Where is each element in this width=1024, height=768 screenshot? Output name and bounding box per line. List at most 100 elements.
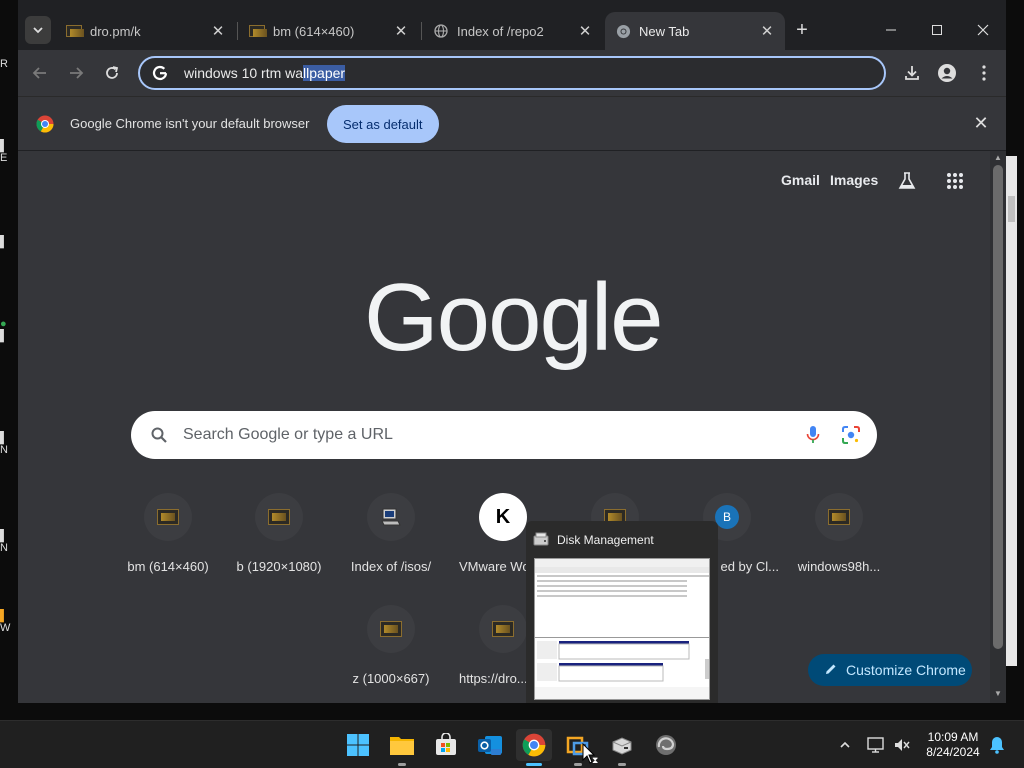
- store-icon: [436, 733, 456, 755]
- scroll-down-icon[interactable]: ▼: [993, 689, 1003, 699]
- maximize-button[interactable]: [914, 12, 960, 48]
- profile-button[interactable]: [936, 62, 958, 84]
- chrome-window: dro.pm/k ✕ bm (614×460) ✕ Index of /repo…: [18, 0, 1006, 703]
- computer-icon: [367, 493, 415, 541]
- toolbar: windows 10 rtm wallpaper: [18, 50, 1006, 96]
- scrollbar-thumb[interactable]: [993, 165, 1003, 649]
- google-search-box[interactable]: Search Google or type a URL: [131, 411, 877, 459]
- labs-flask-icon[interactable]: [896, 170, 918, 192]
- close-tab-icon[interactable]: ✕: [208, 21, 228, 41]
- reload-button[interactable]: [100, 61, 124, 85]
- windows-logo-icon: [347, 734, 369, 756]
- edge-taskbar-button[interactable]: [650, 729, 682, 761]
- globe-icon: [433, 23, 449, 39]
- shortcut-tile[interactable]: windows98h...: [783, 493, 895, 574]
- infobar-message: Google Chrome isn't your default browser: [70, 116, 310, 131]
- start-button[interactable]: [342, 729, 374, 761]
- scroll-up-icon[interactable]: ▲: [993, 153, 1003, 163]
- disk-management-preview[interactable]: [534, 558, 710, 700]
- back-button[interactable]: [28, 61, 52, 85]
- svg-text:⧗: ⧗: [592, 756, 598, 765]
- profile-icon: [938, 64, 956, 82]
- images-link[interactable]: Images: [830, 172, 878, 188]
- pencil-icon: [824, 662, 838, 679]
- close-tab-icon[interactable]: ✕: [757, 21, 777, 41]
- popup-title: Disk Management: [557, 533, 654, 547]
- outlook-button[interactable]: [474, 729, 506, 761]
- google-g-icon: [150, 63, 170, 83]
- page-scrollbar[interactable]: ▲ ▼: [990, 151, 1006, 703]
- k-icon: K: [479, 493, 527, 541]
- windows-taskbar: ⧗ 10:09 AM 8/24/2024: [0, 720, 1024, 768]
- shortcut-tile[interactable]: z (1000×667): [335, 605, 447, 686]
- bm-favicon-icon: [815, 493, 863, 541]
- close-tab-icon[interactable]: ✕: [575, 21, 595, 41]
- window-preview-image: [535, 559, 709, 699]
- tab-new-tab[interactable]: New Tab ✕: [605, 12, 785, 50]
- downloads-button[interactable]: [901, 62, 923, 84]
- disk-management-icon: [533, 531, 549, 547]
- minimize-button[interactable]: [868, 12, 914, 48]
- disk-management-taskbar-button[interactable]: [606, 729, 638, 766]
- system-clock[interactable]: 10:09 AM 8/24/2024: [918, 730, 988, 760]
- forward-button[interactable]: [64, 61, 88, 85]
- tab-index-repo2[interactable]: Index of /repo2 ✕: [423, 12, 603, 50]
- desktop-icon-fragment[interactable]: ▌ E: [0, 140, 18, 164]
- address-bar[interactable]: windows 10 rtm wallpaper: [138, 56, 886, 90]
- tab-dro[interactable]: dro.pm/k ✕: [56, 12, 236, 50]
- background-scrollbar-thumb: [1008, 196, 1015, 222]
- tab-search-button[interactable]: [25, 16, 51, 44]
- chrome-menu-button[interactable]: [973, 62, 995, 84]
- customize-chrome-button[interactable]: Customize Chrome: [808, 654, 972, 686]
- notification-bell-icon[interactable]: [988, 736, 1006, 754]
- close-window-button[interactable]: [960, 12, 1006, 48]
- google-lens-icon[interactable]: [839, 423, 863, 447]
- search-placeholder: Search Google or type a URL: [183, 426, 393, 443]
- close-tab-icon[interactable]: ✕: [391, 21, 411, 41]
- tab-title: Index of /repo2: [457, 23, 544, 39]
- desktop-icon-fragment[interactable]: ▌ N: [0, 530, 18, 554]
- shortcut-tile[interactable]: Index of /isos/: [335, 493, 447, 574]
- search-icon: [149, 425, 169, 445]
- tab-bm[interactable]: bm (614×460) ✕: [239, 12, 419, 50]
- clock-date: 8/24/2024: [926, 745, 980, 759]
- shortcut-tile[interactable]: bm (614×460): [112, 493, 224, 574]
- chevron-up-icon[interactable]: [836, 736, 854, 754]
- bm-favicon-icon: [66, 23, 84, 39]
- voice-search-icon[interactable]: [801, 423, 825, 447]
- new-tab-page: Gmail Images Google Search Google or typ…: [18, 151, 1006, 703]
- google-logo: Google: [364, 264, 664, 371]
- bm-favicon-icon: [144, 493, 192, 541]
- network-icon[interactable]: [867, 736, 885, 754]
- desktop-icon-fragment[interactable]: ▌: [0, 236, 18, 248]
- tab-strip: dro.pm/k ✕ bm (614×460) ✕ Index of /repo…: [18, 0, 1006, 50]
- set-as-default-button[interactable]: Set as default: [327, 105, 439, 143]
- address-text[interactable]: windows 10 rtm wallpaper: [184, 65, 346, 81]
- taskbar-thumbnail-popup[interactable]: Disk Management: [526, 521, 718, 703]
- file-explorer-button[interactable]: [386, 729, 418, 766]
- gmail-link[interactable]: Gmail: [781, 172, 820, 188]
- download-icon: [905, 66, 919, 80]
- chevron-down-icon: [33, 27, 43, 34]
- desktop-icon-fragment[interactable]: R: [0, 58, 18, 70]
- reload-icon: [106, 66, 119, 79]
- google-apps-icon[interactable]: [944, 170, 966, 192]
- maximize-icon: [932, 25, 942, 35]
- desktop-icon-fragment[interactable]: ▌ W: [0, 610, 18, 634]
- kebab-menu-icon: [982, 65, 986, 81]
- bm-favicon-icon: [255, 493, 303, 541]
- shortcut-label: bm (614×460): [127, 559, 209, 574]
- plus-icon: +: [796, 18, 808, 41]
- tab-separator: [421, 22, 422, 40]
- desktop-icon-fragment[interactable]: ▌ N: [0, 432, 18, 456]
- volume-muted-icon[interactable]: [893, 736, 911, 754]
- bm-favicon-icon: [367, 605, 415, 653]
- chrome-taskbar-button[interactable]: [516, 729, 552, 766]
- shortcut-tile[interactable]: b (1920×1080): [223, 493, 335, 574]
- bm-favicon-icon: [479, 605, 527, 653]
- new-tab-button[interactable]: +: [790, 18, 814, 42]
- desktop-icon-fragment[interactable]: ● ▌: [0, 318, 18, 342]
- infobar-close-icon[interactable]: ✕: [971, 113, 991, 133]
- microsoft-store-button[interactable]: [430, 729, 462, 761]
- chrome-icon: [522, 733, 546, 757]
